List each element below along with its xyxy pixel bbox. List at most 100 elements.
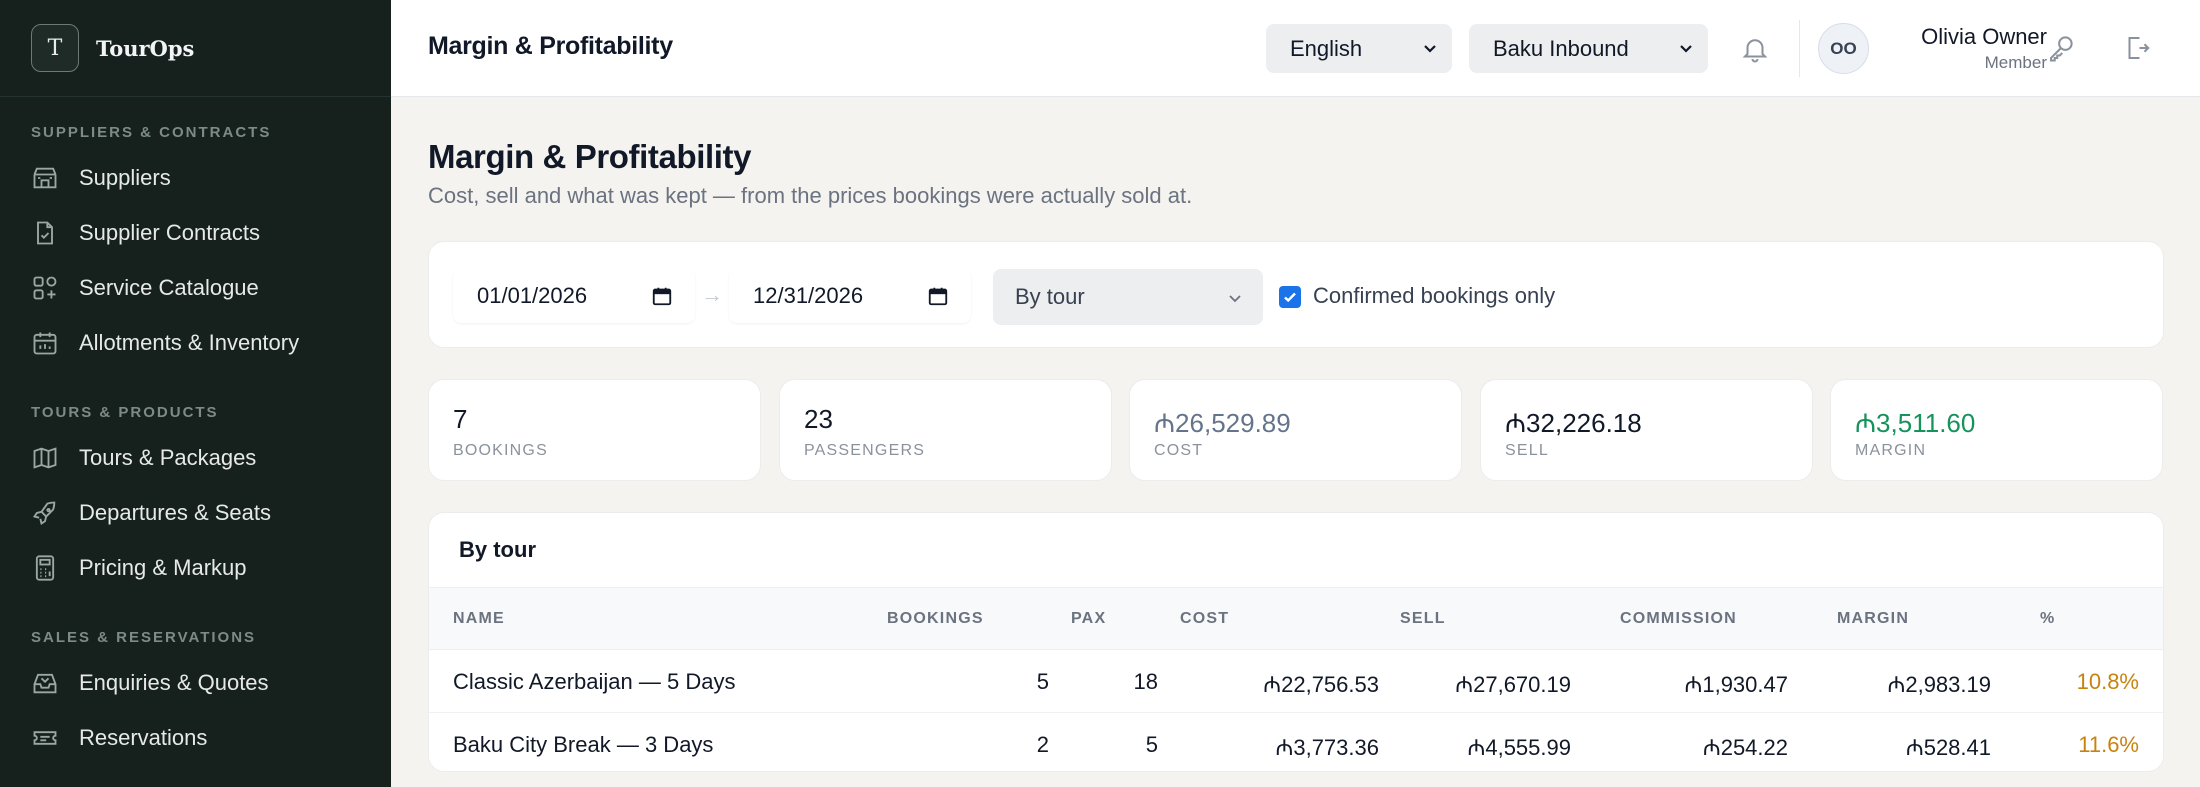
logout-icon[interactable] bbox=[2122, 33, 2152, 63]
sidebar: T TourOps Suppliers & Contracts Supplier… bbox=[0, 0, 391, 787]
column-header-sell[interactable]: Sell bbox=[1400, 610, 1446, 628]
column-header-name[interactable]: Name bbox=[453, 610, 505, 628]
table-row[interactable]: Baku City Break — 3 Days 2 5 ₼3,773.36 ₼… bbox=[429, 713, 2163, 771]
brand[interactable]: T TourOps bbox=[0, 0, 391, 97]
calendar-icon[interactable] bbox=[927, 285, 949, 307]
stat-value: ₼26,529.89 bbox=[1154, 408, 1291, 438]
language-select-value: English bbox=[1290, 35, 1363, 61]
sidebar-item-enquiries[interactable]: Enquiries & Quotes bbox=[0, 655, 391, 710]
date-to-input[interactable]: 12/31/2026 bbox=[729, 269, 971, 323]
brand-logo: T bbox=[31, 24, 79, 72]
sidebar-item-pricing[interactable]: Pricing & Markup bbox=[0, 540, 391, 595]
sidebar-item-service-catalogue[interactable]: Service Catalogue bbox=[0, 260, 391, 315]
key-icon[interactable] bbox=[2046, 33, 2076, 63]
breakdown-table: By tour Name Bookings Pax Cost Sell Comm… bbox=[428, 512, 2164, 772]
group-by-value: By tour bbox=[1015, 284, 1085, 309]
cell-pax: 5 bbox=[1145, 732, 1158, 757]
cell-sell: ₼27,670.19 bbox=[1455, 672, 1571, 697]
sidebar-item-tours-packages[interactable]: Tours & Packages bbox=[0, 430, 391, 485]
map-icon bbox=[33, 446, 57, 469]
avatar[interactable]: OO bbox=[1818, 23, 1869, 74]
cell-margin: ₼2,983.19 bbox=[1887, 672, 1991, 697]
nav-section-suppliers: Suppliers & Contracts bbox=[31, 124, 272, 141]
stat-card-cost: ₼26,529.89 Cost bbox=[1129, 379, 1462, 481]
ticket-icon bbox=[33, 730, 57, 745]
column-header-commission[interactable]: Commission bbox=[1620, 610, 1737, 628]
user-name: Olivia Owner bbox=[1921, 24, 2047, 49]
sidebar-item-supplier-contracts[interactable]: Supplier Contracts bbox=[0, 205, 391, 260]
store-icon bbox=[33, 167, 57, 188]
cell-name: Classic Azerbaijan — 5 Days bbox=[453, 669, 736, 694]
column-header-cost[interactable]: Cost bbox=[1180, 610, 1229, 628]
cell-margin: ₼528.41 bbox=[1905, 735, 1991, 760]
stat-label: Cost bbox=[1154, 442, 1204, 459]
calendar-icon bbox=[33, 332, 57, 354]
stat-card-bookings: 7 Bookings bbox=[428, 379, 761, 481]
sidebar-item-label: Departures & Seats bbox=[79, 499, 271, 525]
stat-value: 23 bbox=[804, 404, 833, 434]
chevron-down-icon bbox=[1424, 45, 1436, 53]
chevron-down-icon bbox=[1229, 295, 1241, 303]
table-row[interactable]: Classic Azerbaijan — 5 Days 5 18 ₼22,756… bbox=[429, 650, 2163, 713]
company-select-value: Baku Inbound bbox=[1493, 35, 1629, 61]
brand-name: TourOps bbox=[96, 35, 195, 61]
language-select[interactable]: English bbox=[1266, 24, 1452, 73]
stat-value: ₼3,511.60 bbox=[1855, 408, 1976, 438]
rocket-icon bbox=[32, 501, 56, 525]
nav-section-tours: Tours & Products bbox=[31, 404, 219, 421]
sidebar-item-reservations[interactable]: Reservations bbox=[0, 710, 391, 765]
column-header-bookings[interactable]: Bookings bbox=[887, 610, 984, 628]
cell-percent: 11.6% bbox=[2078, 732, 2139, 757]
sidebar-item-allotments[interactable]: Allotments & Inventory bbox=[0, 315, 391, 370]
table-header: Name Bookings Pax Cost Sell Commission M… bbox=[429, 587, 2163, 650]
cell-bookings: 5 bbox=[1036, 669, 1049, 694]
stat-card-passengers: 23 Passengers bbox=[779, 379, 1112, 481]
topbar-divider bbox=[1799, 20, 1800, 77]
confirmed-only-checkbox[interactable] bbox=[1279, 286, 1301, 308]
date-to-value: 12/31/2026 bbox=[753, 283, 864, 308]
sidebar-item-label: Reservations bbox=[79, 724, 208, 750]
stat-card-margin: ₼3,511.60 Margin bbox=[1830, 379, 2163, 481]
bell-icon[interactable] bbox=[1740, 34, 1770, 64]
sidebar-item-label: Suppliers bbox=[79, 164, 171, 190]
filter-bar: 01/01/2026 → 12/31/2026 By tour Confirme… bbox=[428, 241, 2164, 348]
topbar: Margin & Profitability English Baku Inbo… bbox=[391, 0, 2200, 97]
sidebar-item-label: Tours & Packages bbox=[79, 444, 257, 470]
date-from-value: 01/01/2026 bbox=[477, 283, 588, 308]
cell-cost: ₼3,773.36 bbox=[1275, 735, 1379, 760]
stat-label: Passengers bbox=[804, 442, 926, 459]
cell-cost: ₼22,756.53 bbox=[1263, 672, 1379, 697]
cell-commission: ₼1,930.47 bbox=[1684, 672, 1788, 697]
calculator-icon bbox=[35, 554, 55, 581]
sidebar-item-label: Service Catalogue bbox=[79, 274, 259, 300]
page-subtitle: Cost, sell and what was kept — from the … bbox=[428, 183, 1193, 208]
topbar-title: Margin & Profitability bbox=[428, 32, 673, 60]
cell-name: Baku City Break — 3 Days bbox=[453, 732, 714, 757]
column-header-pax[interactable]: Pax bbox=[1071, 610, 1106, 628]
stat-card-sell: ₼32,226.18 Sell bbox=[1480, 379, 1813, 481]
cell-percent: 10.8% bbox=[2076, 669, 2139, 694]
calendar-icon[interactable] bbox=[651, 285, 673, 307]
sidebar-item-label: Supplier Contracts bbox=[79, 219, 260, 245]
date-range-arrow: → bbox=[701, 282, 723, 307]
group-by-select[interactable]: By tour bbox=[993, 269, 1263, 325]
cell-pax: 18 bbox=[1133, 669, 1158, 694]
confirmed-only-label[interactable]: Confirmed bookings only bbox=[1313, 283, 1555, 309]
company-select[interactable]: Baku Inbound bbox=[1469, 24, 1708, 73]
user-role: Member bbox=[1984, 53, 2047, 72]
date-from-input[interactable]: 01/01/2026 bbox=[453, 269, 695, 323]
check-icon bbox=[1284, 292, 1296, 303]
sidebar-item-suppliers[interactable]: Suppliers bbox=[0, 150, 391, 205]
page-title: Margin & Profitability bbox=[428, 138, 752, 175]
grid-plus-icon bbox=[33, 276, 57, 299]
stat-label: Bookings bbox=[453, 442, 548, 459]
cell-commission: ₼254.22 bbox=[1702, 735, 1788, 760]
column-header-percent[interactable]: % bbox=[2040, 610, 2055, 628]
stat-label: Sell bbox=[1505, 442, 1549, 459]
stat-value: ₼32,226.18 bbox=[1505, 408, 1642, 438]
file-check-icon bbox=[37, 221, 53, 244]
sidebar-item-departures[interactable]: Departures & Seats bbox=[0, 485, 391, 540]
column-header-margin[interactable]: Margin bbox=[1837, 610, 1909, 628]
inbox-icon bbox=[33, 673, 57, 693]
stat-label: Margin bbox=[1855, 442, 1927, 459]
